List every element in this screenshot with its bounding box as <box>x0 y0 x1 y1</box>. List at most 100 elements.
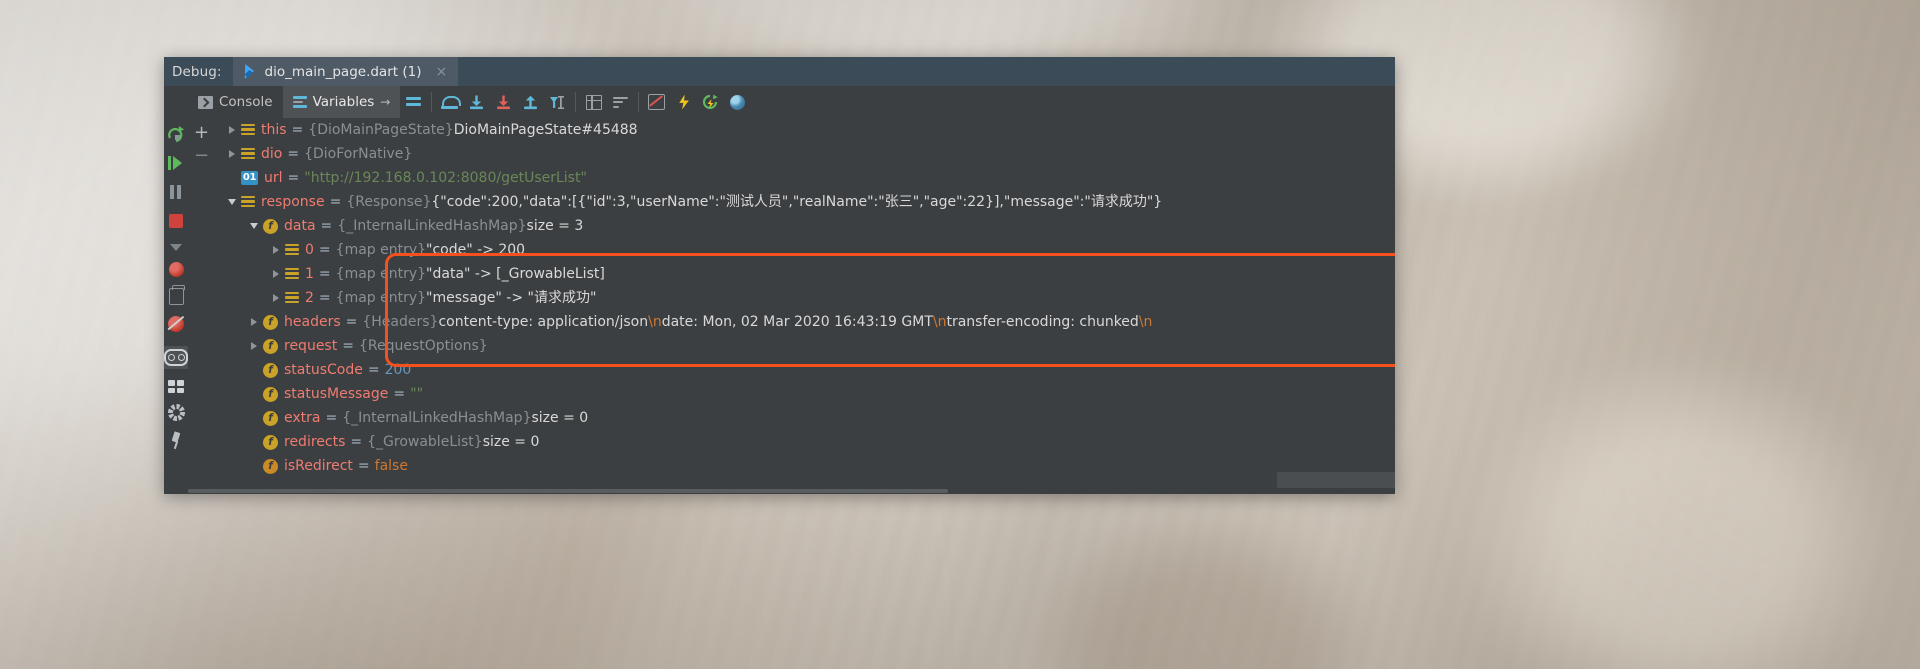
lightning-icon <box>679 94 689 110</box>
expand-arrow-icon[interactable] <box>267 294 285 302</box>
debug-session-tab[interactable]: dio_main_page.dart (1) × <box>232 57 459 86</box>
variable-name: 1 <box>305 266 314 282</box>
variable-type: {_InternalLinkedHashMap} <box>337 218 527 234</box>
variable-name: data <box>284 218 316 234</box>
object-node-icon <box>241 195 255 209</box>
toolbar-button-evaluate-expression[interactable] <box>580 86 607 118</box>
variable-row[interactable]: f data = {_InternalLinkedHashMap} size = 3 <box>215 214 1395 238</box>
toolbar-button-step-into[interactable] <box>463 86 490 118</box>
variable-value: size = 0 <box>482 434 540 450</box>
toolbar-button-flutter-inspector[interactable] <box>724 86 751 118</box>
collapse-arrow-icon[interactable] <box>223 199 241 205</box>
variable-row[interactable]: response = {Response} {"code":200,"data":[… <box>215 190 1395 214</box>
sphere-icon <box>730 94 746 110</box>
variable-row[interactable]: f statusMessage = "" <box>215 382 1395 406</box>
rerun-debug-icon[interactable] <box>167 125 185 143</box>
field-node-icon: f <box>263 410 278 426</box>
debug-titlebar: Debug: dio_main_page.dart (1) × <box>164 57 1395 86</box>
equals-sign: = <box>287 170 300 186</box>
close-icon[interactable]: × <box>433 63 449 81</box>
toolbar-button-run-to-cursor[interactable] <box>544 86 571 118</box>
variable-name: headers <box>284 314 341 330</box>
layout-lines-icon <box>406 96 422 108</box>
boolean-field-icon: f <box>263 458 278 474</box>
variable-row[interactable]: f redirects = {_GrowableList} size = 0 <box>215 430 1395 454</box>
variable-row[interactable]: f isRedirect = false <box>215 454 1395 478</box>
tab-variables-label: Variables <box>312 94 375 110</box>
variable-value: false <box>374 458 408 474</box>
variable-name: statusCode <box>284 362 363 378</box>
variable-row[interactable]: dio = {DioForNative} <box>215 142 1395 166</box>
pause-program-icon[interactable] <box>167 183 185 201</box>
variable-type: {RequestOptions} <box>358 338 488 354</box>
variables-tree[interactable]: this = {DioMainPageState} DioMainPageState… <box>215 118 1395 494</box>
expand-arrow-icon[interactable] <box>267 246 285 254</box>
equals-sign: = <box>291 122 304 138</box>
pin-icon[interactable] <box>168 432 184 449</box>
variable-row[interactable]: f statusCode = 200 <box>215 358 1395 382</box>
watches-toggle[interactable] <box>164 346 190 369</box>
escape-sequence: \n <box>1138 314 1153 330</box>
equals-sign: = <box>350 434 363 450</box>
equals-sign: = <box>318 266 331 282</box>
toolbar-separator-2 <box>575 92 577 112</box>
variable-value: 200 <box>384 362 412 378</box>
variable-name: dio <box>261 146 283 162</box>
variable-row[interactable]: f extra = {_InternalLinkedHashMap} size = 0 <box>215 406 1395 430</box>
mute-breakpoints-icon <box>648 94 666 110</box>
copy-stack-icon[interactable] <box>168 285 185 305</box>
step-into-icon <box>470 95 484 109</box>
expand-arrow-icon[interactable] <box>223 126 241 134</box>
run-to-cursor-icon <box>549 95 564 109</box>
variable-type: {map entry} <box>335 290 427 306</box>
step-out-icon <box>524 95 538 109</box>
layout-settings-icon[interactable] <box>168 380 184 393</box>
variable-row[interactable]: f headers = {Headers} content-type: applica… <box>215 310 1395 334</box>
expand-arrow-icon[interactable] <box>223 150 241 158</box>
variable-row[interactable]: 1 = {map entry} "data" -> [_GrowableList] <box>215 262 1395 286</box>
variable-name: redirects <box>284 434 346 450</box>
flutter-icon <box>244 64 258 79</box>
variable-row[interactable]: this = {DioMainPageState} DioMainPageState… <box>215 118 1395 142</box>
variable-value: size = 3 <box>526 218 584 234</box>
gear-icon[interactable] <box>167 404 185 421</box>
glasses-icon <box>164 349 188 366</box>
chevron-down-icon[interactable] <box>170 244 182 251</box>
toolbar-button-mute-breakpoints[interactable] <box>643 86 670 118</box>
toolbar-button-show-tool-window-bar[interactable] <box>400 86 427 118</box>
expand-arrow-icon[interactable] <box>245 342 263 350</box>
stop-program-icon[interactable] <box>169 214 183 228</box>
equals-sign: = <box>318 290 331 306</box>
toolbar-button-sort-values[interactable] <box>607 86 634 118</box>
toolbar-button-step-out[interactable] <box>517 86 544 118</box>
variable-row[interactable]: 01 url = "http://192.168.0.102:8080/getUser… <box>215 166 1395 190</box>
escape-sequence: \n <box>932 314 947 330</box>
horizontal-scrollbar[interactable] <box>188 488 1395 494</box>
expand-arrow-icon[interactable] <box>245 318 263 326</box>
variable-row[interactable]: 2 = {map entry} "message" -> "请求成功" <box>215 286 1395 310</box>
mute-breakpoints-gutter-icon[interactable] <box>168 316 184 332</box>
scrollbar-thumb[interactable] <box>188 489 949 493</box>
remove-watch-button[interactable]: − <box>194 147 209 165</box>
variable-row[interactable]: 0 = {map entry} "code" -> 200 <box>215 238 1395 262</box>
bottom-right-panel <box>1277 472 1395 488</box>
object-node-icon <box>241 123 255 137</box>
expand-arrow-icon[interactable] <box>267 270 285 278</box>
variable-value: {"code":200,"data":[{"id":3,"userName":"… <box>431 194 1163 210</box>
tab-variables[interactable]: Variables → <box>282 86 401 118</box>
console-icon <box>198 95 213 109</box>
tab-console[interactable]: Console <box>188 86 283 118</box>
toolbar-button-hot-reload[interactable] <box>697 86 724 118</box>
equals-sign: = <box>287 146 300 162</box>
toolbar-button-step-over[interactable] <box>436 86 463 118</box>
toolbar-button-quick-evaluate[interactable] <box>670 86 697 118</box>
toolbar-button-force-step-into[interactable] <box>490 86 517 118</box>
collapse-arrow-icon[interactable] <box>245 223 263 229</box>
view-breakpoints-icon[interactable] <box>168 262 184 277</box>
debug-actions-gutter <box>164 118 190 494</box>
variable-value: content-type: application/json\ndate: Mo… <box>438 314 1153 330</box>
add-watch-button[interactable]: + <box>194 124 209 142</box>
field-node-icon: f <box>263 362 278 378</box>
variable-row[interactable]: f request = {RequestOptions} <box>215 334 1395 358</box>
resume-program-icon[interactable] <box>167 154 185 172</box>
